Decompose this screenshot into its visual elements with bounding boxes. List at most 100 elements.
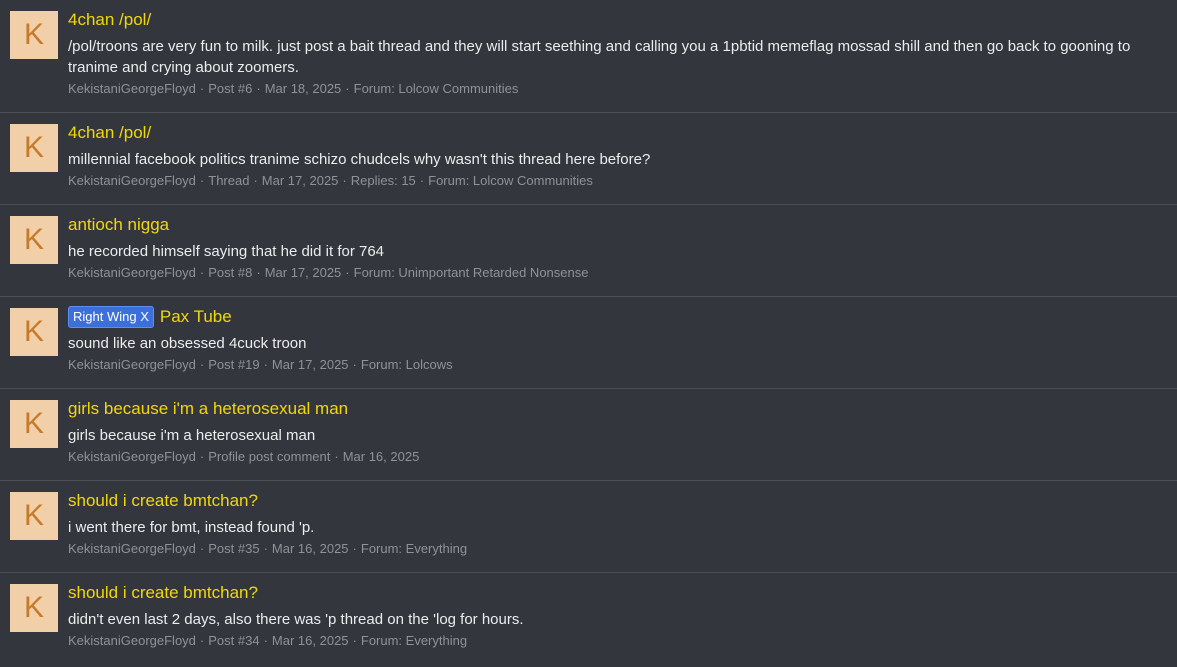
search-result-item: K should i create bmtchan? i went there … — [0, 481, 1177, 573]
result-meta: KekistaniGeorgeFloyd · Post #6 · Mar 18, 202… — [68, 80, 1157, 98]
author-link[interactable]: KekistaniGeorgeFloyd — [68, 357, 196, 372]
meta-separator: · — [345, 265, 350, 280]
meta-separator: · — [263, 541, 268, 556]
result-title-row: antioch nigga — [68, 214, 1157, 236]
thread-prefix-label[interactable]: Right Wing X — [68, 306, 154, 328]
forum-link[interactable]: Forum: Lolcow Communities — [354, 81, 519, 96]
result-meta: KekistaniGeorgeFloyd · Post #19 · Mar 17, 20… — [68, 356, 1157, 374]
meta-separator: · — [342, 173, 347, 188]
search-result-item: K 4chan /pol/ /pol/troons are very fun t… — [0, 0, 1177, 113]
result-snippet: girls because i'm a heterosexual man — [68, 427, 316, 444]
user-avatar[interactable]: K — [10, 400, 58, 448]
result-body: 4chan /pol/ millennial facebook politics… — [68, 122, 1157, 190]
author-link[interactable]: KekistaniGeorgeFloyd — [68, 541, 196, 556]
result-snippet: i went there for bmt, instead found 'p. — [68, 519, 315, 536]
post-date: Mar 17, 2025 — [261, 173, 339, 188]
result-title-row: should i create bmtchan? — [68, 582, 1157, 604]
search-result-item: K girls because i'm a heterosexual man g… — [0, 389, 1177, 481]
result-snippet: millennial facebook politics tranime sch… — [68, 151, 651, 168]
result-title-link[interactable]: Pax Tube — [160, 307, 232, 327]
forum-link[interactable]: Forum: Unimportant Retarded Nonsense — [354, 265, 589, 280]
user-avatar[interactable]: K — [10, 308, 58, 356]
result-snippet: sound like an obsessed 4cuck troon — [68, 335, 307, 352]
result-title-row: Right Wing X Pax Tube — [68, 306, 1157, 328]
meta-separator: · — [334, 449, 339, 464]
meta-separator: · — [199, 449, 205, 464]
user-avatar[interactable]: K — [10, 124, 58, 172]
result-title-row: girls because i'm a heterosexual man — [68, 398, 1157, 420]
result-title-link[interactable]: should i create bmtchan? — [68, 491, 258, 511]
result-meta: KekistaniGeorgeFloyd · Thread · Mar 17, 2025… — [68, 172, 1157, 190]
meta-separator: · — [419, 173, 425, 188]
meta-separator: · — [263, 357, 268, 372]
content-type: Post #8 — [208, 265, 253, 280]
result-title-row: 4chan /pol/ — [68, 9, 1157, 31]
post-date: Mar 16, 2025 — [342, 449, 420, 464]
post-date: Mar 17, 2025 — [271, 357, 349, 372]
content-type: Post #34 — [208, 633, 260, 648]
result-body: antioch nigga he recorded himself saying… — [68, 214, 1157, 282]
post-date: Mar 16, 2025 — [271, 541, 349, 556]
author-link[interactable]: KekistaniGeorgeFloyd — [68, 265, 196, 280]
meta-separator: · — [199, 81, 205, 96]
user-avatar[interactable]: K — [10, 492, 58, 540]
result-meta: KekistaniGeorgeFloyd · Post #35 · Mar 16, 20… — [68, 540, 1157, 558]
forum-link[interactable]: Forum: Lolcows — [361, 357, 453, 372]
result-title-row: should i create bmtchan? — [68, 490, 1157, 512]
result-body: should i create bmtchan? didn't even las… — [68, 582, 1157, 650]
user-avatar[interactable]: K — [10, 584, 58, 632]
meta-separator: · — [199, 541, 205, 556]
result-meta: KekistaniGeorgeFloyd · Profile post commen… — [68, 448, 1157, 466]
meta-separator: · — [352, 357, 357, 372]
meta-separator: · — [199, 357, 205, 372]
meta-separator: · — [256, 265, 261, 280]
user-avatar[interactable]: K — [10, 11, 58, 59]
search-result-item: K 4chan /pol/ millennial facebook politi… — [0, 113, 1177, 205]
post-date: Mar 16, 2025 — [271, 633, 349, 648]
meta-separator: · — [256, 81, 261, 96]
user-avatar[interactable]: K — [10, 216, 58, 264]
reply-count: Replies: 15 — [350, 173, 416, 188]
result-title-link[interactable]: antioch nigga — [68, 215, 169, 235]
result-body: should i create bmtchan? i went there fo… — [68, 490, 1157, 558]
content-type: Profile post comment — [208, 449, 331, 464]
meta-separator: · — [352, 541, 357, 556]
result-meta: KekistaniGeorgeFloyd · Post #34 · Mar 16, 20… — [68, 632, 1157, 650]
search-result-item: K Right Wing X Pax Tube sound like an ob… — [0, 297, 1177, 389]
content-type: Post #19 — [208, 357, 260, 372]
result-snippet: he recorded himself saying that he did i… — [68, 243, 385, 260]
result-title-link[interactable]: 4chan /pol/ — [68, 123, 151, 143]
result-snippet: didn't even last 2 days, also there was … — [68, 611, 524, 628]
forum-link[interactable]: Forum: Lolcow Communities — [428, 173, 593, 188]
search-result-item: K should i create bmtchan? didn't even l… — [0, 573, 1177, 665]
author-link[interactable]: KekistaniGeorgeFloyd — [68, 633, 196, 648]
result-body: girls because i'm a heterosexual man gir… — [68, 398, 1157, 466]
search-results-list: K 4chan /pol/ /pol/troons are very fun t… — [0, 0, 1177, 665]
content-type: Thread — [208, 173, 250, 188]
forum-link[interactable]: Forum: Everything — [361, 633, 467, 648]
meta-separator: · — [199, 265, 205, 280]
result-title-link[interactable]: should i create bmtchan? — [68, 583, 258, 603]
search-result-item: K antioch nigga he recorded himself sayi… — [0, 205, 1177, 297]
meta-separator: · — [263, 633, 268, 648]
meta-separator: · — [345, 81, 350, 96]
forum-link[interactable]: Forum: Everything — [361, 541, 467, 556]
meta-separator: · — [199, 173, 205, 188]
content-type: Post #35 — [208, 541, 260, 556]
result-snippet: /pol/troons are very fun to milk. just p… — [68, 38, 1131, 76]
meta-separator: · — [253, 173, 258, 188]
meta-separator: · — [352, 633, 357, 648]
result-body: 4chan /pol/ /pol/troons are very fun to … — [68, 9, 1157, 98]
result-title-row: 4chan /pol/ — [68, 122, 1157, 144]
post-date: Mar 18, 2025 — [264, 81, 342, 96]
author-link[interactable]: KekistaniGeorgeFloyd — [68, 81, 196, 96]
post-date: Mar 17, 2025 — [264, 265, 342, 280]
author-link[interactable]: KekistaniGeorgeFloyd — [68, 173, 196, 188]
content-type: Post #6 — [208, 81, 253, 96]
result-meta: KekistaniGeorgeFloyd · Post #8 · Mar 17, 202… — [68, 264, 1157, 282]
result-body: Right Wing X Pax Tube sound like an obse… — [68, 306, 1157, 374]
meta-separator: · — [199, 633, 205, 648]
result-title-link[interactable]: girls because i'm a heterosexual man — [68, 399, 348, 419]
author-link[interactable]: KekistaniGeorgeFloyd — [68, 449, 196, 464]
result-title-link[interactable]: 4chan /pol/ — [68, 10, 151, 30]
